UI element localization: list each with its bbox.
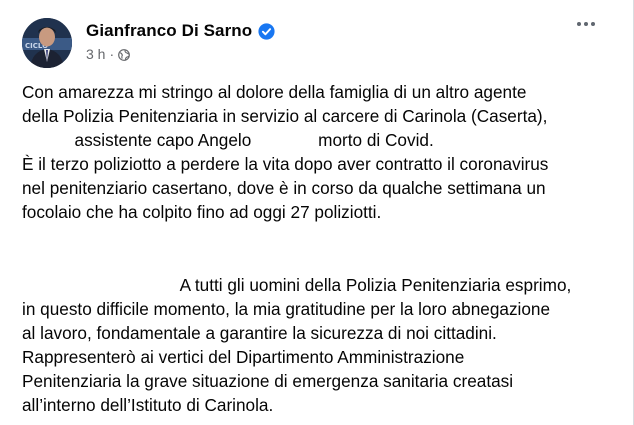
facebook-post: CICLO Gianfranco Di Sarno 3 h · Con amar… — [0, 0, 634, 425]
meta-separator: · — [109, 46, 115, 62]
post-header: CICLO Gianfranco Di Sarno 3 h · — [22, 18, 622, 68]
post-paragraph-2: A tutti gli uomini della Polizia Peniten… — [22, 274, 572, 416]
post-timestamp[interactable]: 3 h — [86, 46, 105, 62]
globe-icon[interactable] — [118, 48, 131, 61]
post-body: Con amarezza mi stringo al dolore della … — [22, 80, 622, 417]
post-paragraph-1: Con amarezza mi stringo al dolore della … — [22, 82, 549, 223]
verified-badge-icon — [258, 22, 275, 40]
avatar-photo-icon: CICLO — [22, 18, 72, 68]
more-options-icon[interactable] — [568, 12, 604, 36]
author-avatar[interactable]: CICLO — [22, 18, 72, 68]
author-name[interactable]: Gianfranco Di Sarno — [86, 21, 252, 41]
